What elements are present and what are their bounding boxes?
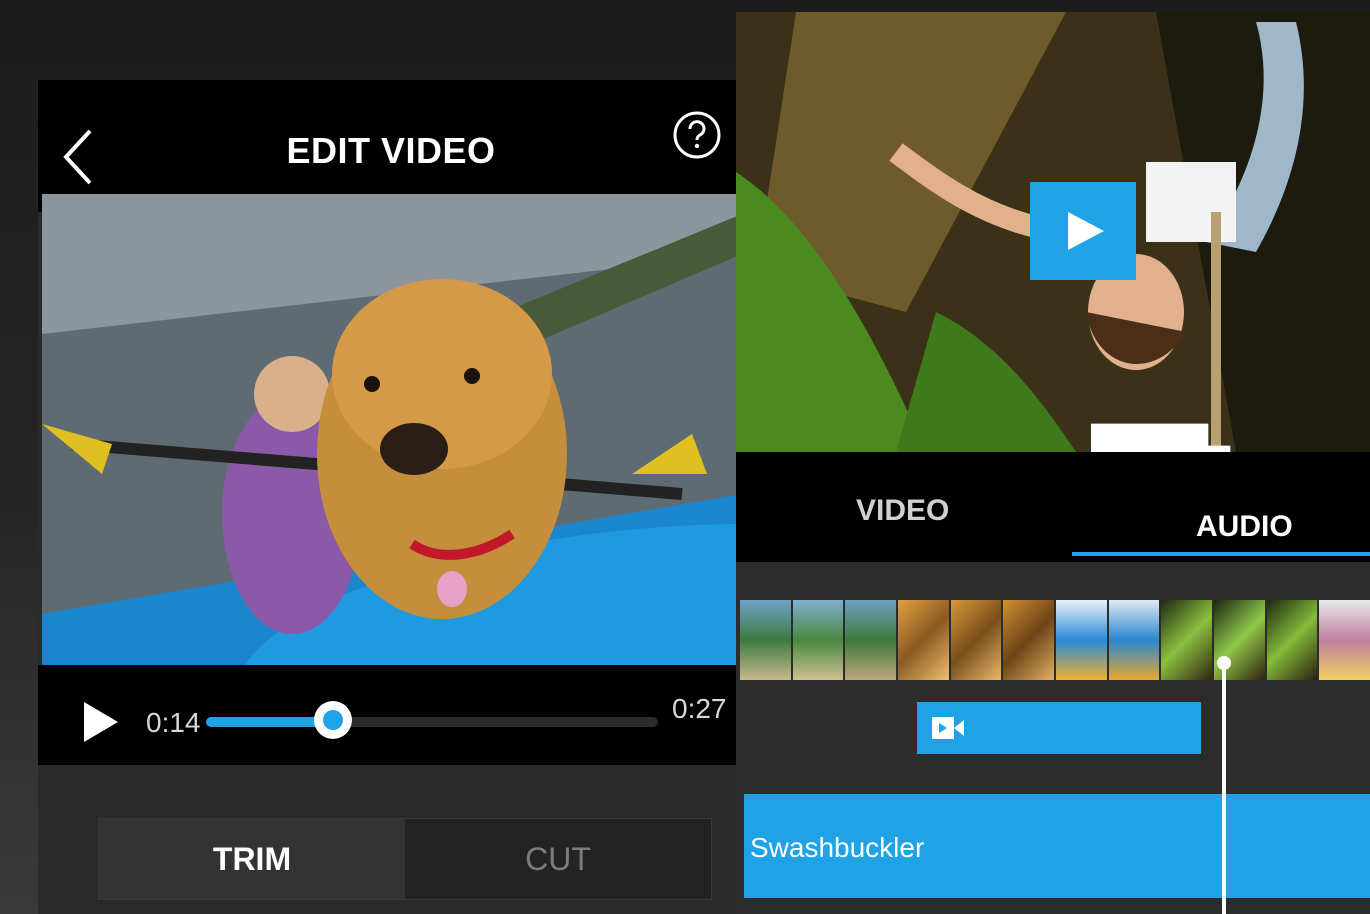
video-preview-right[interactable] — [736, 12, 1370, 452]
big-play-icon — [1068, 212, 1104, 250]
clip-thumbnail — [1266, 600, 1318, 680]
playhead-knob[interactable] — [1217, 656, 1231, 670]
edit-video-header: EDIT VIDEO — [38, 80, 744, 212]
clip-thumbnail — [845, 600, 897, 680]
clip-thumbnail — [1003, 600, 1055, 680]
clip-thumbnail — [740, 600, 791, 680]
clip-thumbnail — [950, 600, 1002, 680]
video-player-controls: 0:14 0:27 — [38, 665, 744, 765]
left-phone-screen: EDIT VIDEO 0:14 0:27 TRIM CUT — [38, 80, 744, 914]
clip-thumbnail — [1319, 600, 1370, 680]
active-tab-indicator — [1072, 552, 1370, 556]
progress-slider[interactable] — [206, 701, 658, 739]
timeline-playhead[interactable] — [1217, 656, 1231, 914]
expand-icon[interactable] — [736, 387, 1364, 452]
cut-button[interactable]: CUT — [405, 819, 711, 899]
video-frame-image — [42, 194, 742, 669]
clip-thumbnail — [1108, 600, 1160, 680]
editing-timeline: Swashbuckler — [736, 562, 1370, 914]
audio-track-label: Swashbuckler — [750, 832, 925, 863]
audio-track[interactable]: Swashbuckler — [744, 794, 1370, 898]
clip-thumbnail — [1056, 600, 1107, 680]
help-icon[interactable] — [672, 110, 722, 160]
right-phone-screen: VIDEO AUDIO Swashbuckler — [736, 12, 1370, 914]
video-preview[interactable] — [42, 194, 742, 669]
clip-thumbnail — [898, 600, 949, 680]
video-audio-tabs: VIDEO AUDIO — [736, 452, 1370, 562]
video-clip-block[interactable] — [917, 702, 1201, 754]
video-clip-icon — [932, 717, 964, 739]
progress-thumb[interactable] — [313, 701, 352, 739]
current-time: 0:14 — [146, 707, 201, 738]
page-title: EDIT VIDEO — [286, 130, 496, 171]
big-play-button[interactable] — [1030, 182, 1136, 280]
trim-cut-toggle: TRIM CUT — [98, 818, 712, 900]
clip-thumbnail — [792, 600, 844, 680]
clip-thumbnail — [1161, 600, 1213, 680]
trim-button[interactable]: TRIM — [99, 819, 405, 899]
tab-audio[interactable]: AUDIO — [1196, 510, 1293, 544]
clip-thumbnails[interactable] — [740, 600, 1370, 680]
tab-video[interactable]: VIDEO — [856, 494, 949, 528]
total-time: 0:27 — [672, 693, 727, 724]
play-icon[interactable] — [82, 700, 120, 744]
